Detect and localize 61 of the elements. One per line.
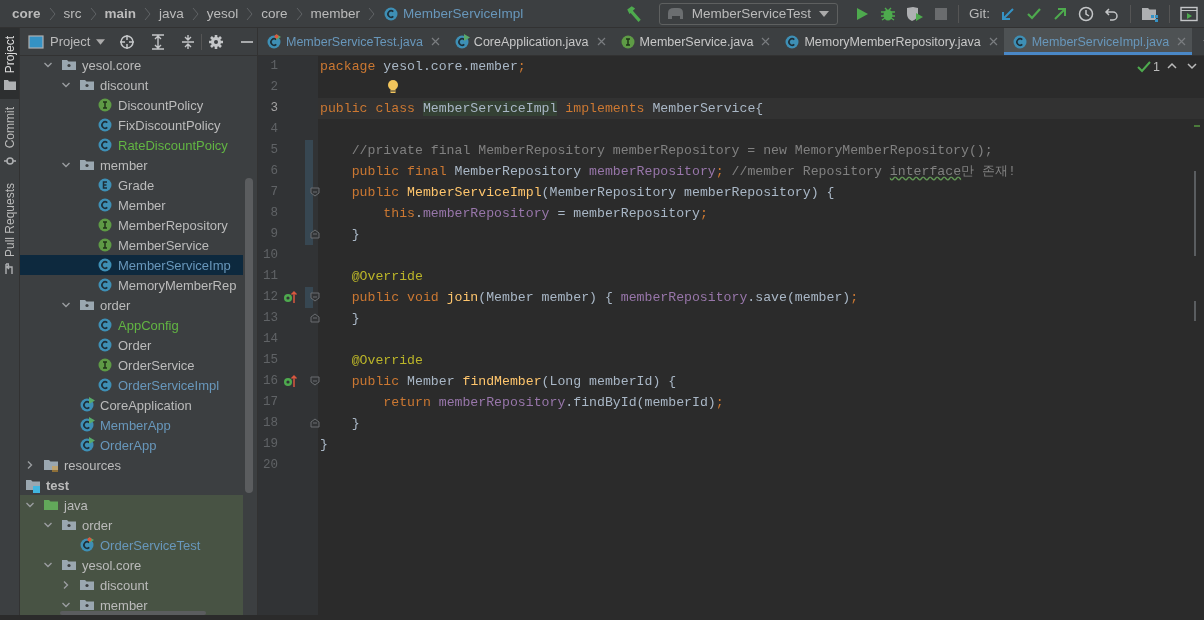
tree-item[interactable]: order bbox=[20, 515, 243, 535]
tree-item[interactable]: Member bbox=[20, 195, 243, 215]
breadcrumb[interactable]: java bbox=[159, 6, 184, 21]
breadcrumb[interactable]: member bbox=[310, 6, 361, 21]
breadcrumb[interactable]: core bbox=[261, 6, 288, 21]
code-line: this.memberRepository = memberRepository; bbox=[382, 206, 708, 221]
tree-item[interactable]: Order bbox=[20, 335, 243, 355]
tree-item[interactable]: MemberService bbox=[20, 235, 243, 255]
code-line: return memberRepository.findById(memberId); bbox=[382, 395, 724, 410]
tree-item[interactable]: yesol.core bbox=[20, 555, 243, 575]
tree-item[interactable]: discount bbox=[20, 75, 243, 95]
tool-window-tab[interactable]: Project bbox=[0, 28, 19, 100]
breadcrumb[interactable]: MemberServiceImpl bbox=[383, 5, 524, 22]
tree-item[interactable]: order bbox=[20, 295, 243, 315]
inspection-widget[interactable]: 1 bbox=[1137, 60, 1160, 74]
tree-item[interactable]: OrderService bbox=[20, 355, 243, 375]
tree-item[interactable]: test bbox=[20, 475, 243, 495]
tree-item[interactable]: MemberServiceImp bbox=[20, 255, 243, 275]
tree-item[interactable]: OrderServiceImpl bbox=[20, 375, 243, 395]
tree-item[interactable]: resources bbox=[20, 455, 243, 475]
code-line: public void join(Member member) { memberRepository.save(member); bbox=[350, 290, 859, 305]
git-label: Git: bbox=[969, 6, 990, 21]
breadcrumb[interactable]: core bbox=[12, 6, 41, 21]
tree-item[interactable]: AppConfig bbox=[20, 315, 243, 335]
editor-tab[interactable]: MemoryMemberRepository.java bbox=[776, 28, 1004, 55]
code-line: //private final MemberRepository memberRepository = new MemoryMemberRepository(); bbox=[350, 143, 993, 158]
tree-item[interactable]: java bbox=[20, 495, 243, 515]
editor-tab[interactable]: MemberServiceTest.java bbox=[258, 28, 446, 55]
code-line: } bbox=[320, 437, 328, 452]
tree-item[interactable]: MemberApp bbox=[20, 415, 243, 435]
tree-item[interactable]: OrderApp bbox=[20, 435, 243, 455]
code-line: @Override bbox=[350, 353, 423, 368]
code-line: public MemberServiceImpl(MemberRepository memberRepository) { bbox=[350, 185, 835, 200]
tree-item[interactable]: member bbox=[20, 155, 243, 175]
project-view-selector[interactable]: Project bbox=[28, 33, 106, 50]
code-line: public class MemberServiceImpl implements MemberService{ bbox=[320, 101, 764, 116]
editor-tab[interactable]: MemberService.java bbox=[611, 28, 777, 55]
tree-item[interactable]: MemoryMemberRep bbox=[20, 275, 243, 295]
code-line: @Override bbox=[350, 269, 423, 284]
breadcrumb[interactable]: main bbox=[104, 6, 137, 21]
tool-window-tab[interactable]: Commit bbox=[0, 99, 19, 175]
editor-tab[interactable]: CoreApplication.java bbox=[445, 28, 612, 55]
tree-item[interactable]: yesol.core bbox=[20, 55, 243, 75]
tree-item[interactable]: CoreApplication bbox=[20, 395, 243, 415]
code-line: public final MemberRepository memberRepository; //member Repository interface만 존재! bbox=[350, 164, 1016, 179]
tree-item[interactable]: FixDiscountPolicy bbox=[20, 115, 243, 135]
tool-window-tab[interactable]: Pull Requests bbox=[0, 174, 19, 283]
line-number: 3 bbox=[269, 100, 278, 117]
code-line: } bbox=[350, 416, 360, 431]
code-line: } bbox=[350, 311, 360, 326]
tree-item[interactable]: discount bbox=[20, 575, 243, 595]
run-config-dropdown[interactable]: MemberServiceTest bbox=[658, 2, 838, 25]
code-line: public Member findMember(Long memberId) { bbox=[350, 374, 677, 389]
tree-item[interactable]: MemberRepository bbox=[20, 215, 243, 235]
breadcrumb[interactable]: yesol bbox=[206, 6, 239, 21]
tree-item[interactable]: Grade bbox=[20, 175, 243, 195]
tree-item[interactable]: DiscountPolicy bbox=[20, 95, 243, 115]
code-line: } bbox=[350, 227, 360, 242]
breadcrumb[interactable]: src bbox=[63, 6, 82, 21]
code-line: package yesol.core.member; bbox=[320, 59, 526, 74]
tree-item[interactable]: RateDiscountPoicy bbox=[20, 135, 243, 155]
